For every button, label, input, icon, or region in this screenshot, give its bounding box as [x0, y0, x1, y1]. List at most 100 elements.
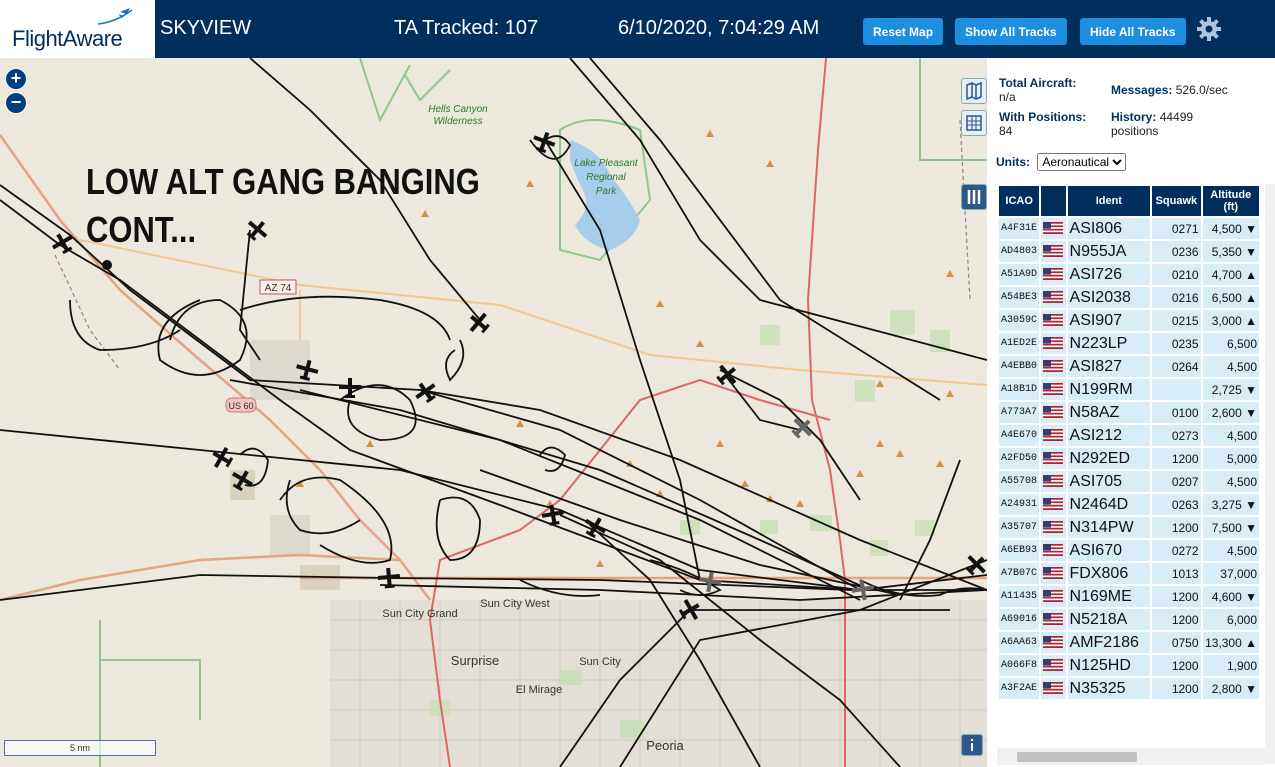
show-all-tracks-button[interactable]: Show All Tracks	[955, 18, 1067, 45]
us-flag-icon	[1043, 291, 1064, 304]
flag-cell	[1041, 540, 1066, 561]
icao-cell: A18B1D	[999, 379, 1040, 400]
reset-map-button[interactable]: Reset Map	[863, 18, 944, 45]
table-row[interactable]: A55708 ASI705 0207 4,500	[999, 471, 1259, 492]
ident-cell: AMF2186	[1067, 632, 1151, 653]
map-label-sun-city: Sun City	[579, 656, 621, 668]
map-label-az74: AZ 74	[265, 283, 292, 294]
table-row[interactable]: A066F8 N125HD 1200 1,900	[999, 655, 1259, 676]
us-flag-icon	[1043, 567, 1064, 580]
grid-icon[interactable]	[961, 110, 987, 136]
map-layers-icon[interactable]	[961, 78, 987, 104]
col-ident[interactable]: Ident	[1067, 186, 1151, 216]
ident-cell: N2464D	[1067, 494, 1151, 515]
squawk-cell: 0273	[1152, 425, 1201, 446]
icao-cell: A24931	[999, 494, 1040, 515]
squawk-cell: 1200	[1152, 448, 1201, 469]
table-row[interactable]: A1ED2E N223LP 0235 6,500	[999, 333, 1259, 354]
logo-text: FlightAware	[12, 26, 123, 51]
squawk-cell: 0207	[1152, 471, 1201, 492]
altitude-cell: 5,350 ▼	[1202, 241, 1259, 262]
col-altitude[interactable]: Altitude (ft)	[1202, 186, 1259, 216]
flag-cell	[1041, 471, 1066, 492]
total-aircraft-stat: Total Aircraft: n/a	[999, 76, 1109, 104]
icao-cell: A55708	[999, 471, 1040, 492]
table-row[interactable]: A18B1D N199RM 2,725 ▼	[999, 379, 1259, 400]
ident-cell: N292ED	[1067, 448, 1151, 469]
ident-cell: ASI726	[1067, 264, 1151, 285]
flag-cell	[1041, 517, 1066, 538]
settings-gear-icon[interactable]	[1196, 16, 1222, 42]
tracked-count: TA Tracked: 107	[394, 17, 539, 39]
with-positions-stat: With Positions: 84	[999, 110, 1086, 138]
squawk-cell: 1200	[1152, 655, 1201, 676]
horizontal-scrollbar[interactable]	[997, 748, 1265, 765]
map-scale-bar: 5 nm	[4, 740, 156, 756]
columns-icon[interactable]	[961, 184, 987, 210]
table-row[interactable]: A2FD50 N292ED 1200 5,000	[999, 448, 1259, 469]
table-row[interactable]: A773A7 N58AZ 0100 2,600 ▼	[999, 402, 1259, 423]
with-positions-label: With Positions:	[999, 110, 1087, 124]
table-row[interactable]: A4EBB0 ASI827 0264 4,500	[999, 356, 1259, 377]
squawk-cell: 0272	[1152, 540, 1201, 561]
flag-cell	[1041, 218, 1066, 239]
table-row[interactable]: AD4803 N955JA 0236 5,350 ▼	[999, 241, 1259, 262]
vertical-scrollbar[interactable]	[1265, 184, 1275, 764]
map-label-us60: US 60	[228, 401, 253, 411]
col-squawk[interactable]: Squawk	[1152, 186, 1201, 216]
icao-cell: A51A9D	[999, 264, 1040, 285]
annotation-overlay: LOW ALT GANG BANGING CONT...	[86, 158, 480, 254]
map-label-wilderness: Wilderness	[433, 116, 482, 127]
squawk-cell	[1152, 379, 1201, 400]
table-row[interactable]: A51A9D ASI726 0210 4,700 ▲	[999, 264, 1259, 285]
altitude-cell: 4,500 ▼	[1202, 218, 1259, 239]
icao-cell: A6EB93	[999, 540, 1040, 561]
flag-cell	[1041, 379, 1066, 400]
col-icao[interactable]: ICAO	[999, 186, 1040, 216]
flag-cell	[1041, 310, 1066, 331]
col-flag[interactable]	[1041, 186, 1066, 216]
squawk-cell: 0236	[1152, 241, 1201, 262]
zoom-in-button[interactable]: +	[5, 68, 27, 90]
ident-cell: N5218A	[1067, 609, 1151, 630]
zoom-out-button[interactable]: −	[5, 92, 27, 114]
map-label-lake-1: Lake Pleasant	[574, 158, 639, 169]
flag-cell	[1041, 586, 1066, 607]
map-label-peoria: Peoria	[646, 738, 684, 753]
table-row[interactable]: A4E670 ASI212 0273 4,500	[999, 425, 1259, 446]
altitude-cell: 4,500	[1202, 540, 1259, 561]
table-row[interactable]: A35707 N314PW 1200 7,500 ▼	[999, 517, 1259, 538]
table-row[interactable]: A6EB93 ASI670 0272 4,500	[999, 540, 1259, 561]
altitude-cell: 2,600 ▼	[1202, 402, 1259, 423]
table-row[interactable]: A24931 N2464D 0263 3,275 ▼	[999, 494, 1259, 515]
flag-cell	[1041, 632, 1066, 653]
table-row[interactable]: A6AA63 AMF2186 0750 13,300 ▲	[999, 632, 1259, 653]
table-row[interactable]: A4F31E ASI806 0271 4,500 ▼	[999, 218, 1259, 239]
altitude-cell: 13,300 ▲	[1202, 632, 1259, 653]
map-view[interactable]: Hells Canyon Wilderness Lake Pleasant Re…	[0, 58, 987, 767]
table-row[interactable]: A3059C ASI907 0215 3,000 ▲	[999, 310, 1259, 331]
aircraft-table: ICAO Ident Squawk Altitude (ft) A4F31E AS…	[997, 184, 1261, 701]
logo-plane-icon	[97, 8, 133, 25]
table-row[interactable]: A54BE3 ASI2038 0216 6,500 ▲	[999, 287, 1259, 308]
squawk-cell: 0750	[1152, 632, 1201, 653]
table-row[interactable]: A7B07C FDX806 1013 37,000	[999, 563, 1259, 584]
flag-cell	[1041, 241, 1066, 262]
units-select[interactable]: Aeronautical	[1037, 153, 1127, 171]
table-row[interactable]: A3F2AE N35325 1200 2,800 ▼	[999, 678, 1259, 699]
table-row[interactable]: A69016 N5218A 1200 6,000	[999, 609, 1259, 630]
map-label-hells-canyon: Hells Canyon	[428, 104, 488, 115]
map-label-sun-city-grand: Sun City Grand	[382, 608, 457, 620]
squawk-cell: 1200	[1152, 586, 1201, 607]
icao-cell: A6AA63	[999, 632, 1040, 653]
flightaware-logo[interactable]: FlightAware	[0, 0, 155, 58]
us-flag-icon	[1043, 682, 1064, 695]
info-icon[interactable]	[961, 734, 983, 756]
hide-all-tracks-button[interactable]: Hide All Tracks	[1080, 18, 1186, 45]
squawk-cell: 0263	[1152, 494, 1201, 515]
annotation-line-2: CONT...	[86, 209, 197, 250]
scroll-thumb[interactable]	[1017, 752, 1137, 762]
altitude-cell: 4,700 ▲	[1202, 264, 1259, 285]
table-row[interactable]: A11435 N169ME 1200 4,600 ▼	[999, 586, 1259, 607]
messages-stat: Messages: 526.0/sec	[1111, 83, 1228, 97]
